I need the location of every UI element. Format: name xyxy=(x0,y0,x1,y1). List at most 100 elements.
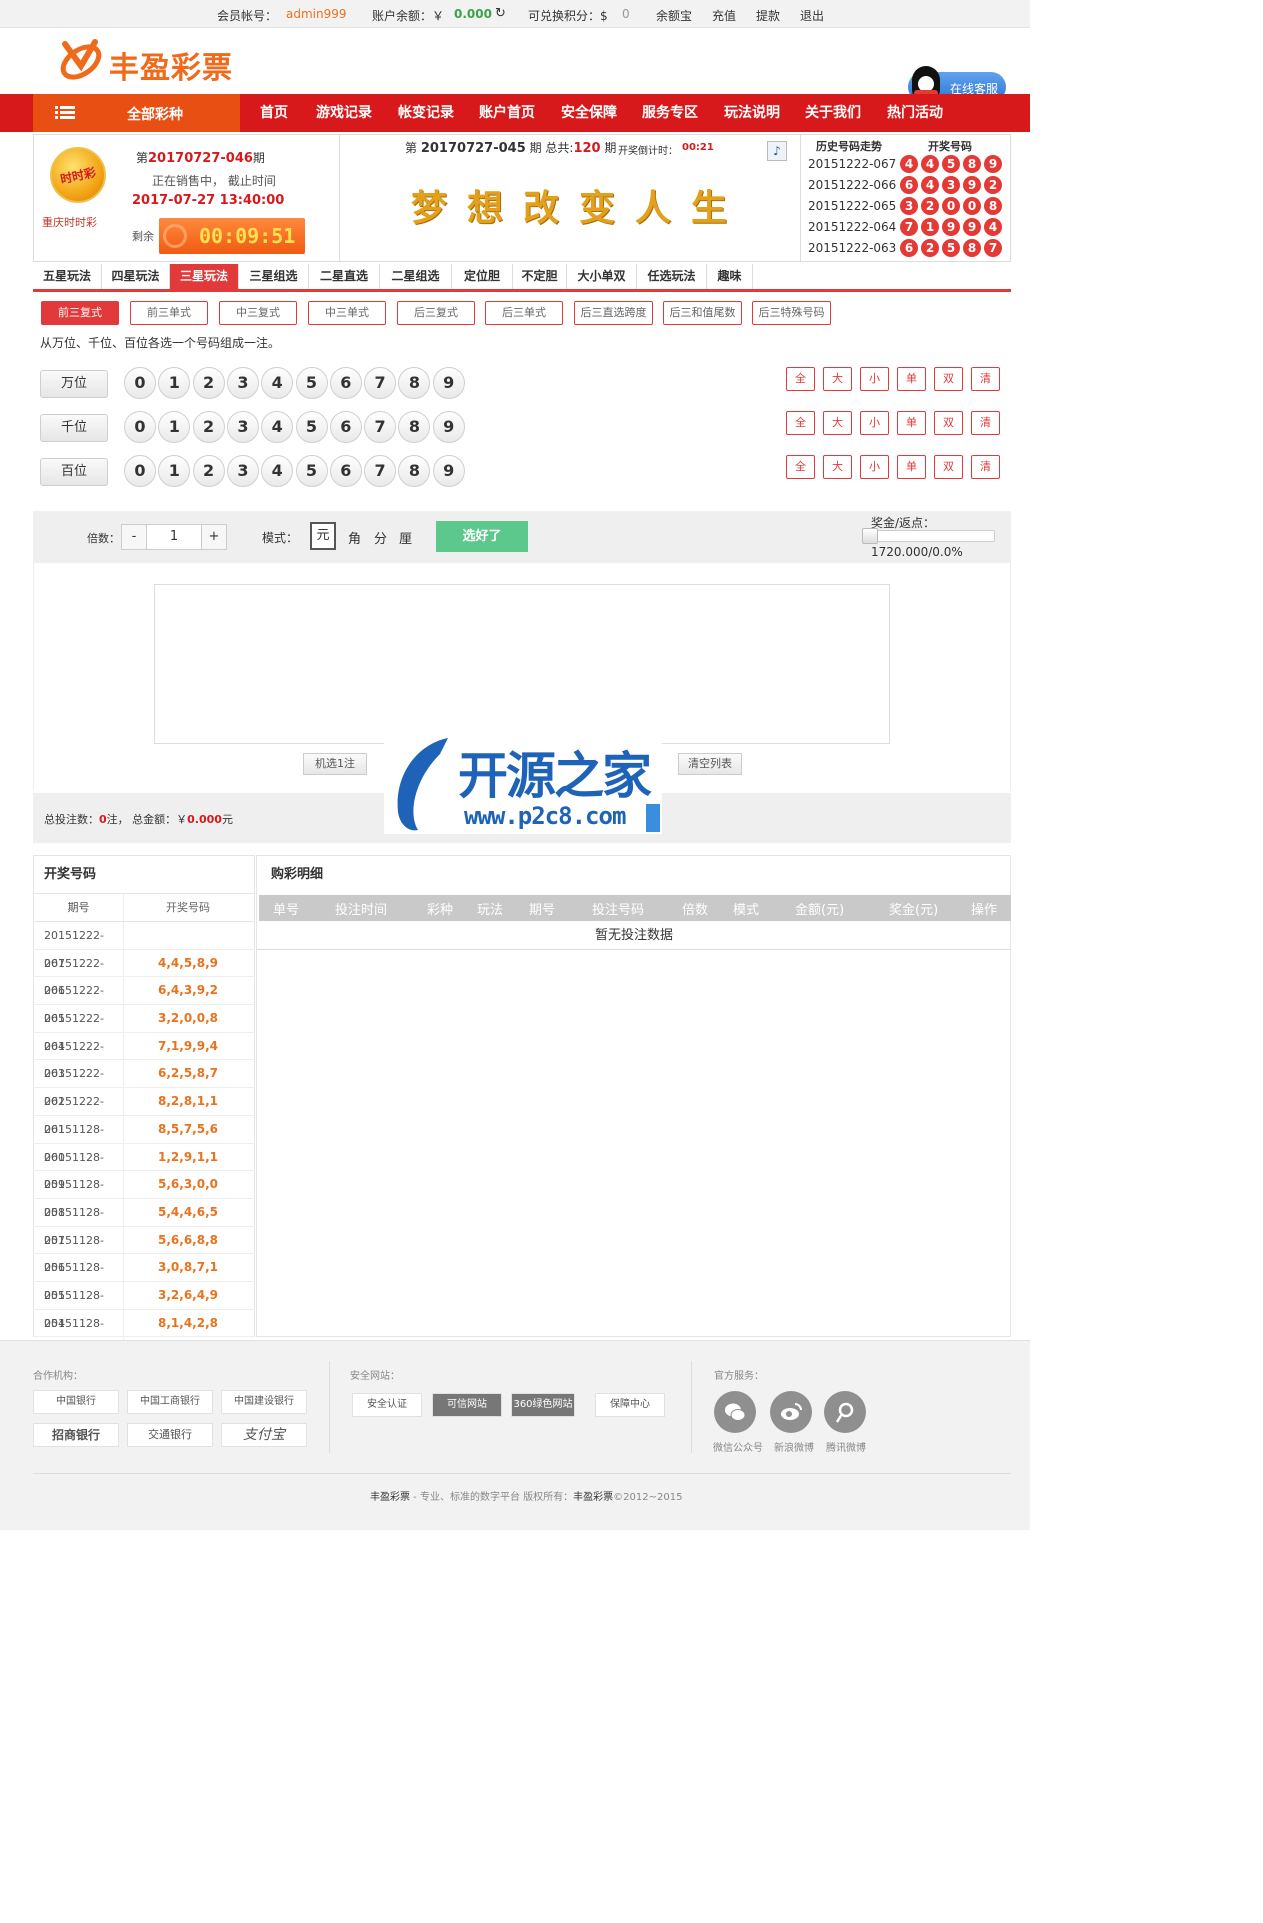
nav-home[interactable]: 首页 xyxy=(260,94,288,132)
quick-select-button[interactable]: 单 xyxy=(897,411,926,435)
sub-tab[interactable]: 后三特殊号码 xyxy=(752,301,831,325)
play-tab[interactable]: 四星玩法 xyxy=(102,264,170,289)
sub-tab[interactable]: 前三复式 xyxy=(41,301,119,325)
weibo-icon[interactable] xyxy=(770,1391,812,1433)
quick-select-button[interactable]: 清 xyxy=(971,455,1000,479)
number-ball[interactable]: 6 xyxy=(329,455,362,487)
play-tab[interactable]: 趣味 xyxy=(707,264,753,289)
position-label[interactable]: 百位 xyxy=(40,458,108,486)
play-tab[interactable]: 二星组选 xyxy=(380,264,452,289)
number-ball[interactable]: 9 xyxy=(432,411,465,443)
number-ball[interactable]: 2 xyxy=(192,367,225,399)
partner-cmb[interactable]: 招商银行 xyxy=(33,1423,119,1447)
play-tab[interactable]: 定位胆 xyxy=(452,264,513,289)
link-logout[interactable]: 退出 xyxy=(800,7,824,24)
partner-alipay[interactable]: 支付宝 xyxy=(221,1423,307,1447)
quick-select-button[interactable]: 小 xyxy=(860,367,889,391)
number-ball[interactable]: 4 xyxy=(261,411,294,443)
number-ball[interactable]: 6 xyxy=(329,411,362,443)
mode-yuan[interactable]: 元 xyxy=(310,522,336,550)
all-games-button[interactable]: 全部彩种 xyxy=(33,94,240,132)
number-ball[interactable]: 8 xyxy=(398,455,431,487)
play-tab[interactable]: 三星组选 xyxy=(239,264,309,289)
nav-events[interactable]: 热门活动 xyxy=(887,94,943,132)
number-ball[interactable]: 7 xyxy=(364,411,397,443)
wechat-icon[interactable] xyxy=(714,1391,756,1433)
rebate-slider-handle[interactable] xyxy=(862,528,878,544)
quick-select-button[interactable]: 大 xyxy=(823,455,852,479)
mode-li[interactable]: 厘 xyxy=(399,528,412,547)
quick-select-button[interactable]: 双 xyxy=(934,455,963,479)
play-tab[interactable]: 大小单双 xyxy=(567,264,637,289)
play-tab[interactable]: 不定胆 xyxy=(513,264,567,289)
sub-tab[interactable]: 后三复式 xyxy=(397,301,475,325)
security-trusted[interactable]: 可信网站 xyxy=(432,1393,502,1417)
number-ball[interactable]: 6 xyxy=(329,367,362,399)
number-ball[interactable]: 2 xyxy=(192,455,225,487)
partner-icbc[interactable]: 中国工商银行 xyxy=(127,1390,213,1414)
site-logo[interactable]: 丰盈彩票 xyxy=(55,36,245,86)
partner-boc[interactable]: 中国银行 xyxy=(33,1390,119,1414)
partner-ccb[interactable]: 中国建设银行 xyxy=(221,1390,307,1414)
number-ball[interactable]: 4 xyxy=(261,367,294,399)
link-withdraw[interactable]: 提款 xyxy=(756,7,780,24)
number-ball[interactable]: 4 xyxy=(261,455,294,487)
multiple-input[interactable]: 1 xyxy=(146,524,202,550)
number-ball[interactable]: 7 xyxy=(364,367,397,399)
sound-toggle-icon[interactable]: ♪ xyxy=(767,141,787,161)
sub-tab[interactable]: 中三复式 xyxy=(219,301,297,325)
play-tab[interactable]: 三星玩法 xyxy=(170,264,239,289)
quick-select-button[interactable]: 双 xyxy=(934,367,963,391)
multiple-minus-button[interactable]: - xyxy=(121,524,147,550)
number-ball[interactable]: 0 xyxy=(124,367,156,399)
quick-select-button[interactable]: 全 xyxy=(786,367,815,391)
bet-list-box[interactable] xyxy=(154,584,890,744)
play-tab[interactable]: 五星玩法 xyxy=(33,264,102,289)
nav-rules[interactable]: 玩法说明 xyxy=(724,94,780,132)
sub-tab[interactable]: 后三单式 xyxy=(485,301,563,325)
play-tab[interactable]: 二星直选 xyxy=(309,264,380,289)
position-label[interactable]: 万位 xyxy=(40,370,108,398)
quick-select-button[interactable]: 清 xyxy=(971,367,1000,391)
position-label[interactable]: 千位 xyxy=(40,414,108,442)
number-ball[interactable]: 3 xyxy=(226,411,259,443)
number-ball[interactable]: 8 xyxy=(398,411,431,443)
security-cert[interactable]: 安全认证 xyxy=(352,1393,422,1417)
number-ball[interactable]: 1 xyxy=(158,455,191,487)
nav-game-records[interactable]: 游戏记录 xyxy=(316,94,372,132)
quick-select-button[interactable]: 清 xyxy=(971,411,1000,435)
number-ball[interactable]: 2 xyxy=(192,411,225,443)
number-ball[interactable]: 5 xyxy=(295,455,328,487)
nav-account-changes[interactable]: 帐变记录 xyxy=(398,94,454,132)
quick-select-button[interactable]: 小 xyxy=(860,411,889,435)
number-ball[interactable]: 9 xyxy=(432,455,465,487)
partner-bocom[interactable]: 交通银行 xyxy=(127,1423,213,1447)
quick-select-button[interactable]: 小 xyxy=(860,455,889,479)
tencent-weibo-icon[interactable] xyxy=(824,1391,866,1433)
clear-list-button[interactable]: 清空列表 xyxy=(678,753,742,775)
number-ball[interactable]: 0 xyxy=(124,411,156,443)
confirm-selection-button[interactable]: 选好了 xyxy=(436,521,528,552)
number-ball[interactable]: 5 xyxy=(295,411,328,443)
number-ball[interactable]: 3 xyxy=(226,455,259,487)
play-tab[interactable]: 任选玩法 xyxy=(637,264,707,289)
security-360[interactable]: 360绿色网站 xyxy=(511,1393,575,1417)
nav-security[interactable]: 安全保障 xyxy=(561,94,617,132)
quick-select-button[interactable]: 双 xyxy=(934,411,963,435)
quick-select-button[interactable]: 单 xyxy=(897,455,926,479)
mode-fen[interactable]: 分 xyxy=(374,528,387,547)
nav-about[interactable]: 关于我们 xyxy=(805,94,861,132)
number-ball[interactable]: 0 xyxy=(124,455,156,487)
quick-select-button[interactable]: 全 xyxy=(786,455,815,479)
sub-tab[interactable]: 后三和值尾数 xyxy=(663,301,742,325)
security-guarantee[interactable]: 保障中心 xyxy=(595,1393,665,1417)
sub-tab[interactable]: 后三直选跨度 xyxy=(574,301,653,325)
multiple-plus-button[interactable]: + xyxy=(201,524,227,550)
quick-select-button[interactable]: 大 xyxy=(823,367,852,391)
number-ball[interactable]: 5 xyxy=(295,367,328,399)
mode-jiao[interactable]: 角 xyxy=(348,528,361,547)
random-one-button[interactable]: 机选1注 xyxy=(303,753,367,775)
number-ball[interactable]: 1 xyxy=(158,411,191,443)
number-ball[interactable]: 1 xyxy=(158,367,191,399)
quick-select-button[interactable]: 全 xyxy=(786,411,815,435)
